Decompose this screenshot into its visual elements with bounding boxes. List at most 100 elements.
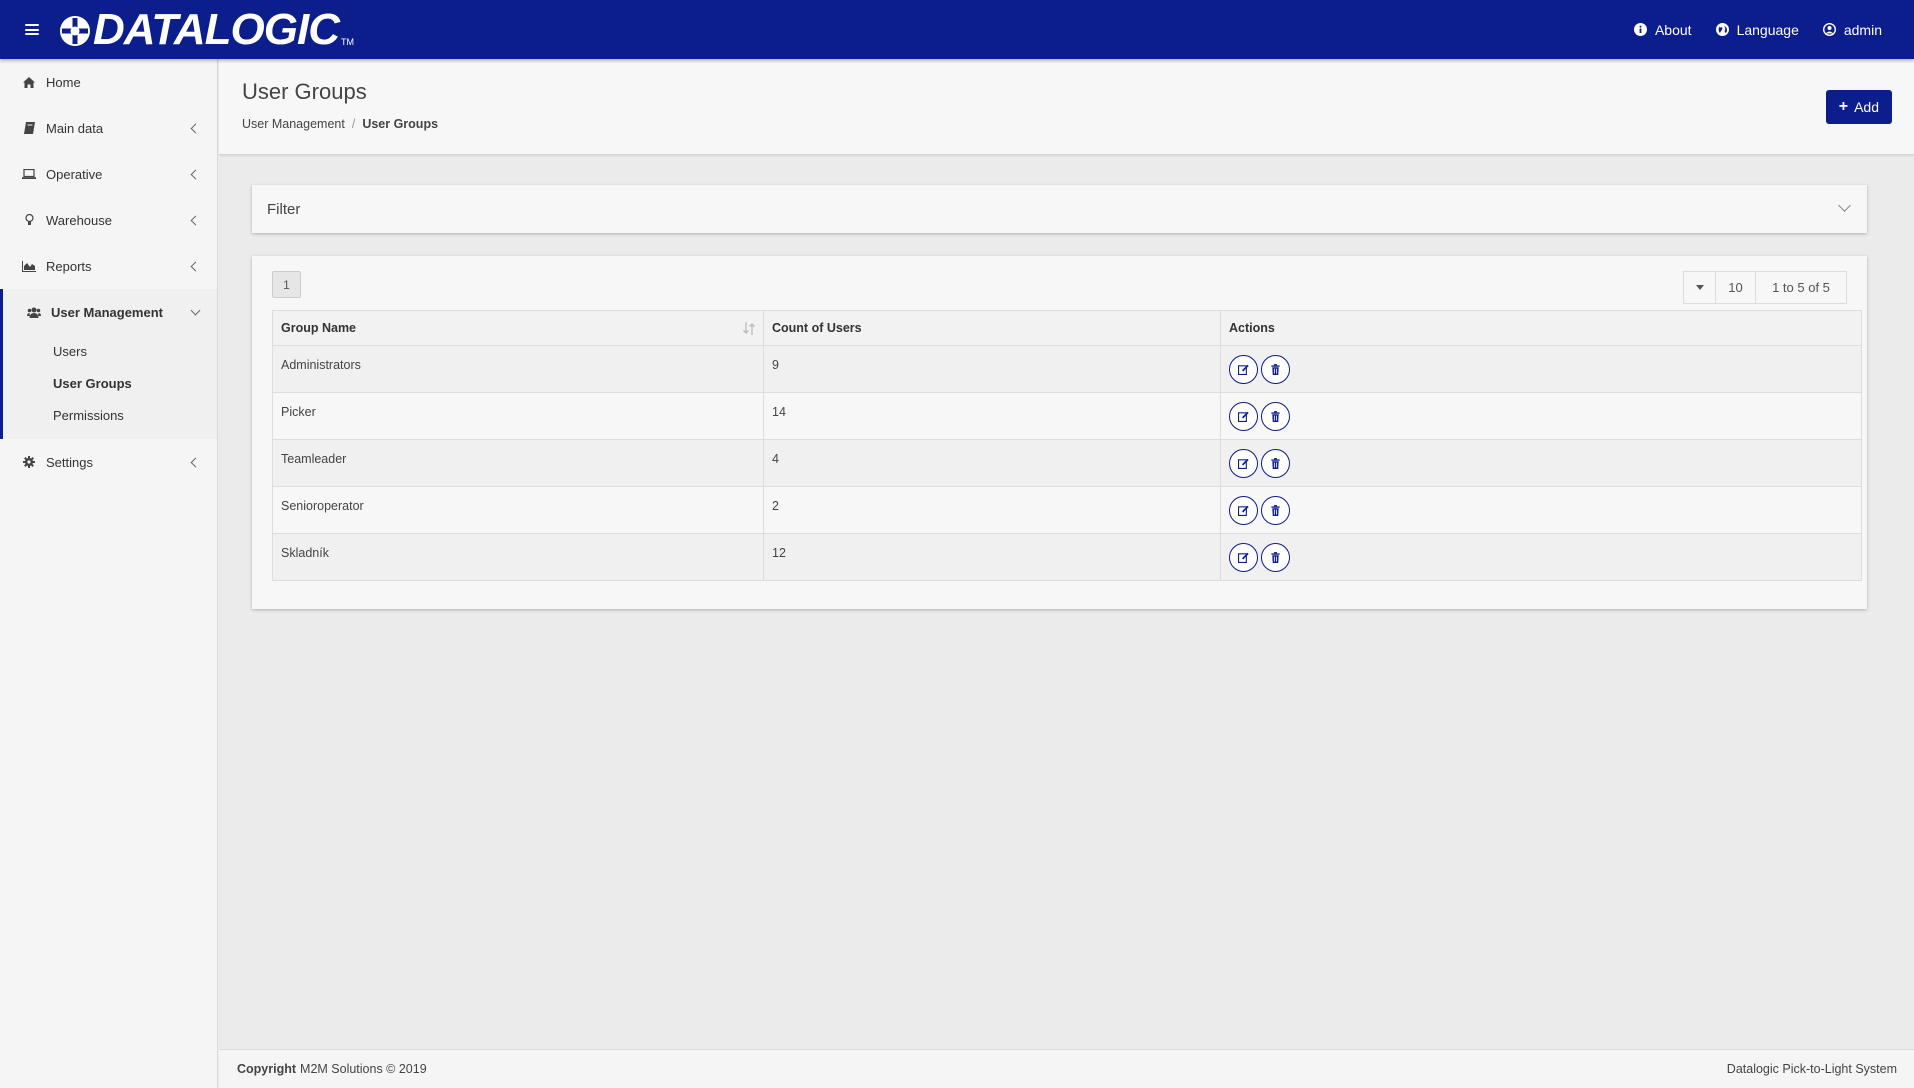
sidebar-item-label: Warehouse: [46, 212, 112, 228]
user-menu[interactable]: admin: [1822, 21, 1882, 38]
logo-text: DATALOGIC: [93, 4, 340, 54]
table-row[interactable]: Senioroperator 2: [272, 486, 1862, 534]
page-header: User Groups User Management / User Group…: [219, 59, 1914, 155]
copyright-label: Copyright: [237, 1062, 297, 1076]
cell-actions: [1220, 439, 1862, 487]
column-header-group-name[interactable]: Group Name: [272, 310, 764, 346]
cell-group-name: Senioroperator: [272, 486, 764, 534]
page-number-button[interactable]: 1: [272, 271, 301, 298]
chevron-down-icon: [190, 305, 201, 315]
edit-icon: [1238, 552, 1249, 563]
trash-icon: [1270, 364, 1281, 375]
cell-actions: [1220, 345, 1862, 393]
user-circle-icon: [1822, 23, 1836, 36]
sidebar-item-home[interactable]: Home: [0, 59, 217, 105]
sidebar-item-label: Home: [46, 74, 81, 90]
page-size-select[interactable]: 10: [1716, 272, 1756, 303]
sidebar-item-warehouse[interactable]: Warehouse: [0, 197, 217, 243]
trash-icon: [1270, 458, 1281, 469]
copyright-text: M2M Solutions © 2019: [300, 1062, 427, 1076]
datalogic-logo-mark-icon: [60, 15, 90, 46]
sidebar-item-user-management[interactable]: User Management: [3, 289, 217, 335]
filter-panel-toggle[interactable]: Filter: [252, 185, 1867, 233]
footer: Copyright M2M Solutions © 2019 Datalogic…: [219, 1049, 1914, 1088]
sidebar-item-reports[interactable]: Reports: [0, 243, 217, 289]
sidebar-item-settings[interactable]: Settings: [0, 439, 217, 485]
delete-button[interactable]: [1261, 449, 1290, 478]
user-name: admin: [1843, 21, 1882, 38]
add-button-label: Add: [1854, 99, 1879, 115]
user-groups-table: Group Name Count of Users Actions Admini…: [272, 310, 1862, 581]
cell-count-of-users: 4: [763, 439, 1221, 487]
sidebar-item-operative[interactable]: Operative: [0, 151, 217, 197]
pagination-info: 1 to 5 of 5: [1772, 280, 1830, 295]
edit-icon: [1238, 364, 1249, 375]
sidebar-subitem-permissions[interactable]: Permissions: [3, 399, 217, 431]
cell-actions: [1220, 486, 1862, 534]
lightbulb-icon: [22, 213, 36, 227]
table-row[interactable]: Teamleader 4: [272, 439, 1862, 487]
edit-button[interactable]: [1229, 496, 1258, 525]
filter-title: Filter: [267, 200, 301, 218]
table-row[interactable]: Picker 14: [272, 392, 1862, 440]
breadcrumb: User Management / User Groups: [242, 117, 438, 131]
main-content: User Groups User Management / User Group…: [219, 59, 1914, 1049]
about-link[interactable]: About: [1633, 21, 1692, 38]
delete-button[interactable]: [1261, 543, 1290, 572]
about-label: About: [1654, 21, 1692, 38]
breadcrumb-user-groups: User Groups: [362, 117, 439, 131]
language-link[interactable]: Language: [1715, 22, 1799, 38]
table-row[interactable]: Administrators 9: [272, 345, 1862, 393]
edit-icon: [1238, 505, 1249, 516]
top-navbar: DATALOGIC TM About Language admin: [0, 0, 1914, 59]
delete-button[interactable]: [1261, 402, 1290, 431]
cell-count-of-users: 2: [763, 486, 1221, 534]
book-icon: [22, 121, 36, 135]
cell-count-of-users: 12: [763, 533, 1221, 581]
add-group-button[interactable]: + Add: [1825, 90, 1892, 124]
sidebar-group-user-management: User Management Users User Groups Permis…: [0, 289, 217, 439]
edit-button[interactable]: [1229, 355, 1258, 384]
sidebar: Home Main data Operative Warehouse Repor…: [0, 59, 218, 1088]
gear-icon: [22, 455, 36, 469]
column-header-actions: Actions: [1220, 310, 1862, 346]
breadcrumb-user-management[interactable]: User Management: [242, 117, 345, 131]
page-size-dropdown-icon[interactable]: [1684, 272, 1716, 303]
hamburger-menu-icon[interactable]: [25, 24, 39, 35]
trash-icon: [1270, 552, 1281, 563]
globe-icon: [1715, 23, 1729, 36]
laptop-icon: [22, 167, 36, 181]
trash-icon: [1270, 411, 1281, 422]
cell-group-name: Picker: [272, 392, 764, 440]
cell-group-name: Administrators: [272, 345, 764, 393]
delete-button[interactable]: [1261, 355, 1290, 384]
column-header-count-of-users[interactable]: Count of Users: [763, 310, 1221, 346]
edit-button[interactable]: [1229, 449, 1258, 478]
chevron-left-icon: [190, 123, 201, 133]
table-row[interactable]: Skladník 12: [272, 533, 1862, 581]
area-chart-icon: [22, 259, 36, 273]
breadcrumb-separator: /: [351, 117, 356, 131]
home-icon: [22, 75, 36, 89]
cell-actions: [1220, 533, 1862, 581]
sidebar-subitem-user-groups[interactable]: User Groups: [3, 367, 217, 399]
logo-trademark: TM: [341, 36, 354, 47]
groups-table-panel: 1 10 1 to 5 of 5 Group Name Count of Use…: [252, 256, 1867, 609]
pager-controls: 10 1 to 5 of 5: [1683, 271, 1847, 304]
delete-button[interactable]: [1261, 496, 1290, 525]
datalogic-logo[interactable]: DATALOGIC TM: [59, 4, 354, 54]
sidebar-subitem-users[interactable]: Users: [3, 335, 217, 367]
edit-button[interactable]: [1229, 543, 1258, 572]
chevron-left-icon: [190, 215, 201, 225]
sidebar-item-label: User Management: [51, 304, 163, 320]
edit-button[interactable]: [1229, 402, 1258, 431]
sidebar-item-label: Settings: [46, 454, 93, 470]
cell-group-name: Skladník: [272, 533, 764, 581]
sidebar-item-label: Operative: [46, 166, 103, 182]
sidebar-item-label: Reports: [46, 258, 92, 274]
footer-system-name: Datalogic Pick-to-Light System: [1726, 1062, 1897, 1076]
sidebar-item-label: Main data: [46, 120, 104, 136]
cell-actions: [1220, 392, 1862, 440]
chevron-left-icon: [190, 169, 201, 179]
sidebar-item-main-data[interactable]: Main data: [0, 105, 217, 151]
